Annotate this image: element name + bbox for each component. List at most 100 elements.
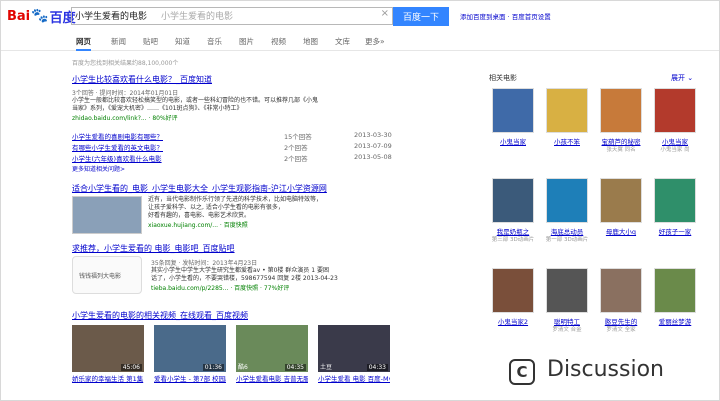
movie-subtitle: 罗清文 全家 (606, 327, 636, 333)
qa-link[interactable]: 小学生爱看的喜剧电影有哪些？ (72, 131, 163, 141)
result-title[interactable]: 小学生比较喜欢看什么电影？_百度知道 (72, 74, 472, 85)
movie-subtitle: 第三部 3D动画片 (491, 237, 535, 243)
movie-subtitle: 第一部 3D动画片 (545, 237, 589, 243)
movie-poster[interactable] (600, 268, 642, 313)
video-duration: 04:35 (284, 364, 306, 371)
video-duration: 01:36 (202, 364, 224, 371)
result-body: 35条回复 · 发帖时间：2013年4月23日 其实小学生中学生大学生研究生都爱… (151, 258, 471, 292)
tab-zhidao[interactable]: 知道 (175, 36, 190, 47)
video-caption[interactable]: 娇乐家的幸福生活 第1集 (72, 375, 144, 384)
logo-bai: Bai (7, 8, 31, 24)
chevron-down-icon: ⌄ (687, 74, 694, 82)
video-thumbnail[interactable]: 45:06 (72, 325, 144, 372)
qa-link[interactable]: 小学生(六年级)喜欢看什么电影 (72, 153, 162, 163)
qa-date: 2013-07-09 (354, 142, 392, 150)
result-url[interactable]: zhidao.baidu.com/link?... · 80%好评 (72, 113, 472, 122)
search-button[interactable]: 百度一下 (393, 7, 449, 26)
qa-link[interactable]: 有哪些小学生爱看的英文电影？ (72, 142, 163, 152)
video-thumbnail[interactable]: 酷6 04:35 (236, 325, 308, 372)
result-snippet: 话了，小学生看的，不要哭错楼，598677594 回复 2楼 2013-04-2… (151, 275, 338, 282)
result-title[interactable]: 小学生爱看的电影的相关视频_在线观看_百度视频 (72, 310, 472, 321)
video-thumbnail[interactable]: 土豆 04:33 (318, 325, 390, 372)
tab-tieba[interactable]: 贴吧 (143, 36, 158, 47)
result-body: 近有，当代电影制作乐行领了先进的科学技术，比如电脑特效等， 让孩子爱科学、以之,… (148, 196, 478, 229)
comment-icon: C (509, 359, 535, 385)
movie-subtitle: 小鬼当家 尚 (660, 147, 690, 153)
clear-icon[interactable]: × (381, 8, 389, 19)
movie-poster[interactable] (654, 88, 696, 133)
discussion-label: Discussion (547, 357, 664, 382)
movie-poster[interactable] (546, 88, 588, 133)
tab-music[interactable]: 音乐 (207, 36, 222, 47)
qa-row: 有哪些小学生爱看的英文电影？ 2个回答 2013-07-09 (72, 142, 392, 152)
tab-more[interactable]: 更多» (365, 36, 385, 47)
movie-poster[interactable] (546, 178, 588, 223)
movie-poster[interactable] (492, 178, 534, 223)
qa-row: 小学生(六年级)喜欢看什么电影 2个回答 2013-05-08 (72, 153, 392, 163)
video-channel: 土豆 (320, 364, 333, 371)
video-caption[interactable]: 小学生爱看 电影 百度-My... (318, 375, 390, 384)
result-meta: 3个回答 · 提问时间：2014年01月01日 (72, 90, 179, 97)
result-zhidao: 小学生比较喜欢看什么电影？_百度知道 3个回答 · 提问时间：2014年01月0… (72, 74, 472, 122)
movie-title[interactable]: 好孩子一家 (651, 226, 699, 236)
discussion-badge[interactable]: C Discussion (497, 344, 719, 400)
movie-subtitle: 罗清文 合金 (552, 327, 582, 333)
qa-row: 小学生爱看的喜剧电影有哪些？ 15个回答 2013-03-30 (72, 131, 392, 141)
movie-poster[interactable] (600, 88, 642, 133)
video-caption[interactable]: 小学生爱看电影 吉普无服 (236, 375, 308, 384)
qa-date: 2013-05-08 (354, 153, 392, 161)
thumbnail-text: 钱钱福列大电影 (79, 273, 122, 280)
more-questions-link[interactable]: 更多知道相关问题> (72, 164, 125, 173)
movie-title[interactable]: 小孩不笨 (543, 136, 591, 146)
top-links[interactable]: 添加百度到桌面 · 百度首页设置 (460, 11, 551, 21)
search-input[interactable]: 小学生爱看的电影 小学生爱看的电影 × (71, 7, 393, 25)
expand-link[interactable]: 展开 ⌄ (671, 73, 693, 83)
result-meta: 35条回复 · 发帖时间：2013年4月23日 (151, 260, 258, 267)
related-movies-header: 相关电影 (489, 74, 517, 82)
result-snippet: 好看有趣的，喜电影、电影艺术欣赏。 (148, 212, 251, 219)
result-url[interactable]: xiaoxue.hujiang.com/... · 百度快照 (148, 220, 478, 229)
movie-title[interactable]: 小鬼当家 (489, 136, 537, 146)
tab-web[interactable]: 网页 (76, 36, 91, 51)
result-url[interactable]: tieba.baidu.com/p/2285... · 百度快照 · 77%好评 (151, 283, 471, 292)
movie-poster[interactable] (492, 88, 534, 133)
video-duration: 04:33 (366, 364, 388, 371)
movie-title[interactable]: 爱丽丝梦游 (651, 316, 699, 326)
result-hujiang: 适合小学生看的_电影_小学生电影大全_小学生观影指南-沪江小学资源网 (72, 183, 472, 194)
movie-title[interactable]: 小鬼当家2 (489, 316, 537, 326)
tab-images[interactable]: 图片 (239, 36, 254, 47)
result-snippet: 小学生一般都比较喜欢轻松搞笑型的电影，或者一些科幻冒险的也不错。可以推荐几部《小… (72, 97, 319, 104)
movie-poster[interactable] (600, 178, 642, 223)
video-duration: 45:06 (120, 364, 142, 371)
video-thumbnail[interactable]: 01:36 (154, 325, 226, 372)
movie-title[interactable]: 母鹿大小q (597, 226, 645, 236)
search-ghost-text: 小学生爱看的电影 (161, 12, 234, 22)
result-snippet: 让孩子爱科学、以之, 适合小学生看的电影有很多， (148, 204, 284, 211)
movie-subtitle: 张天翼 同名 (606, 147, 636, 153)
result-snippet: 当家》系列，《爱宠大机密》……《101斑点狗》、《非常小特工》 (72, 105, 243, 112)
search-query[interactable]: 小学生爱看的电影 (75, 9, 147, 22)
browser-page: Bai 🐾 百度 小学生爱看的电影 小学生爱看的电影 × 百度一下 添加百度到桌… (0, 0, 720, 401)
movie-poster[interactable] (654, 178, 696, 223)
qa-date: 2013-03-30 (354, 131, 392, 139)
tab-news[interactable]: 新闻 (111, 36, 126, 47)
tab-map[interactable]: 地图 (303, 36, 318, 47)
video-channel: 酷6 (238, 364, 248, 371)
movie-poster[interactable] (546, 268, 588, 313)
baidu-logo[interactable]: Bai 🐾 百度 (7, 7, 76, 26)
tab-video[interactable]: 视频 (271, 36, 286, 47)
result-videos: 小学生爱看的电影的相关视频_在线观看_百度视频 (72, 310, 472, 321)
paw-icon: 🐾 (31, 8, 49, 24)
header: Bai 🐾 百度 小学生爱看的电影 小学生爱看的电影 × 百度一下 添加百度到桌… (1, 1, 719, 33)
movie-poster[interactable] (654, 268, 696, 313)
result-thumbnail[interactable]: 钱钱福列大电影 (72, 256, 142, 294)
video-caption[interactable]: 爱看小学生 - 第7部 校园剧集 (154, 375, 226, 384)
qa-count: 15个回答 (284, 133, 312, 141)
qa-count: 2个回答 (284, 155, 308, 163)
movie-poster[interactable] (492, 268, 534, 313)
result-thumbnail[interactable] (72, 196, 142, 234)
result-title[interactable]: 求推荐，小学生爱看的 电影_电影吧_百度贴吧 (72, 243, 472, 254)
result-title[interactable]: 适合小学生看的_电影_小学生电影大全_小学生观影指南-沪江小学资源网 (72, 183, 472, 194)
search-tabs: 网页 新闻 贴吧 知道 音乐 图片 视频 地图 文库 更多» (1, 33, 719, 51)
tab-wenku[interactable]: 文库 (335, 36, 350, 47)
